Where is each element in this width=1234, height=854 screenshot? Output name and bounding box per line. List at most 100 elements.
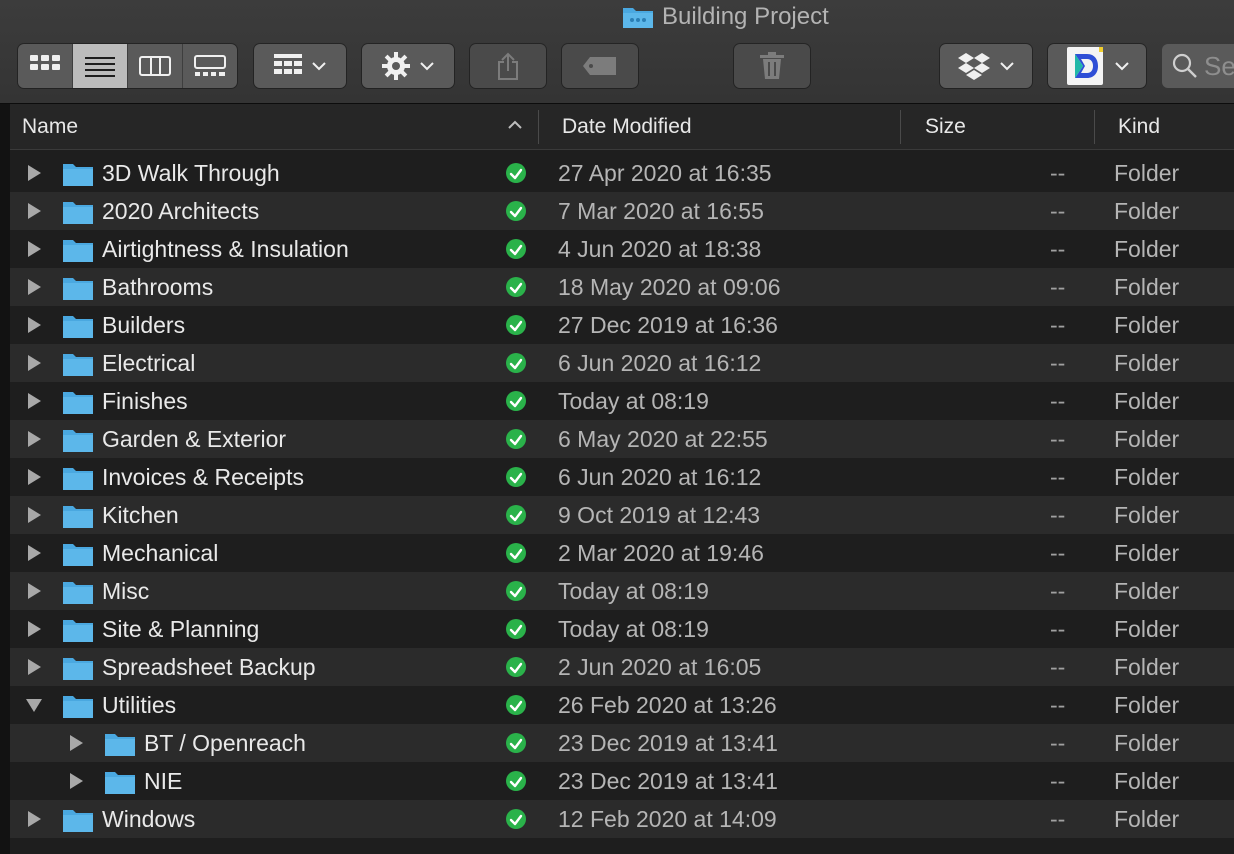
file-kind: Folder — [1114, 426, 1180, 452]
folder-icon — [63, 240, 93, 262]
file-size: -- — [1050, 578, 1066, 604]
dropbox-button[interactable] — [940, 44, 1032, 88]
kind-column-label: Kind — [1118, 114, 1161, 138]
file-size: -- — [1050, 730, 1066, 756]
date-modified: 4 Jun 2020 at 18:38 — [558, 236, 762, 262]
date-modified: 12 Feb 2020 at 14:09 — [558, 806, 777, 832]
file-name: Spreadsheet Backup — [102, 654, 316, 680]
disclosure-closed-icon[interactable] — [26, 165, 42, 181]
disclosure-closed-icon[interactable] — [68, 773, 84, 789]
gallery-view-button[interactable] — [183, 44, 237, 88]
file-row[interactable]: Finishes Today at 08:19 -- Folder — [10, 382, 1234, 420]
disclosure-closed-icon[interactable] — [26, 507, 42, 523]
sort-ascending-icon[interactable] — [508, 118, 522, 132]
file-kind: Folder — [1114, 616, 1180, 642]
column-divider[interactable] — [900, 110, 901, 144]
disclosure-closed-icon[interactable] — [26, 431, 42, 447]
disclosure-closed-icon[interactable] — [26, 621, 42, 637]
date-modified: Today at 08:19 — [558, 616, 709, 642]
file-row[interactable]: 2020 Architects 7 Mar 2020 at 16:55 -- Fold… — [10, 192, 1234, 230]
disclosure-closed-icon[interactable] — [26, 659, 42, 675]
tags-button[interactable] — [562, 44, 638, 88]
share-button[interactable] — [470, 44, 546, 88]
file-size: -- — [1050, 540, 1066, 566]
file-name: Finishes — [102, 388, 188, 414]
disclosure-closed-icon[interactable] — [26, 279, 42, 295]
disclosure-closed-icon[interactable] — [26, 811, 42, 827]
file-kind: Folder — [1114, 160, 1180, 186]
folder-icon — [63, 278, 93, 300]
trash-button[interactable] — [734, 44, 810, 88]
size-column-label: Size — [925, 114, 966, 138]
column-divider[interactable] — [538, 110, 539, 144]
list-view-button[interactable] — [73, 44, 128, 88]
date-modified: 6 May 2020 at 22:55 — [558, 426, 768, 452]
sync-status-icon — [506, 581, 526, 601]
disclosure-closed-icon[interactable] — [68, 735, 84, 751]
icon-view-button[interactable] — [18, 44, 73, 88]
sync-status-icon — [506, 657, 526, 677]
file-row[interactable]: BT / Openreach 23 Dec 2019 at 13:41 -- Fold… — [10, 724, 1234, 762]
disclosure-open-icon[interactable] — [26, 697, 42, 713]
view-mode-control — [18, 44, 237, 88]
sync-status-icon — [506, 239, 526, 259]
date-modified: 2 Mar 2020 at 19:46 — [558, 540, 764, 566]
file-name: Misc — [102, 578, 150, 604]
file-row[interactable]: Electrical 6 Jun 2020 at 16:12 -- Folder — [10, 344, 1234, 382]
file-row[interactable]: Bathrooms 18 May 2020 at 09:06 -- Folder — [10, 268, 1234, 306]
file-row[interactable]: Airtightness & Insulation 4 Jun 2020 at 1… — [10, 230, 1234, 268]
date-modified: 23 Dec 2019 at 13:41 — [558, 768, 778, 794]
search-placeholder: Se — [1204, 50, 1234, 81]
file-name: Builders — [102, 312, 186, 338]
file-row[interactable]: Windows 12 Feb 2020 at 14:09 -- Folder — [10, 800, 1234, 838]
folder-icon — [63, 582, 93, 604]
file-row[interactable]: 3D Walk Through 27 Apr 2020 at 16:35 -- Fol… — [10, 154, 1234, 192]
sidebar-edge — [0, 104, 10, 854]
file-row[interactable]: Garden & Exterior 6 May 2020 at 22:55 -- Fo… — [10, 420, 1234, 458]
column-divider[interactable] — [1094, 110, 1095, 144]
folder-icon — [63, 544, 93, 566]
date-modified: 7 Mar 2020 at 16:55 — [558, 198, 764, 224]
file-size: -- — [1050, 502, 1066, 528]
column-header: Name Date Modified Size Kind — [10, 104, 1234, 150]
sync-status-icon — [506, 277, 526, 297]
date-column-header[interactable]: Date Modified — [562, 104, 692, 149]
kind-column-header[interactable]: Kind — [1118, 104, 1160, 149]
disclosure-closed-icon[interactable] — [26, 355, 42, 371]
file-row[interactable]: Spreadsheet Backup 2 Jun 2020 at 16:05 -- F… — [10, 648, 1234, 686]
file-row[interactable]: Invoices & Receipts 6 Jun 2020 at 16:12 --… — [10, 458, 1234, 496]
file-row[interactable]: Mechanical 2 Mar 2020 at 19:46 -- Folder — [10, 534, 1234, 572]
file-row[interactable]: NIE 23 Dec 2019 at 13:41 -- Folder — [10, 762, 1234, 800]
file-row[interactable]: Builders 27 Dec 2019 at 16:36 -- Folder — [10, 306, 1234, 344]
grid-icon — [30, 55, 60, 70]
disclosure-closed-icon[interactable] — [26, 241, 42, 257]
disclosure-closed-icon[interactable] — [26, 469, 42, 485]
disclosure-closed-icon[interactable] — [26, 317, 42, 333]
file-row[interactable]: Kitchen 9 Oct 2019 at 12:43 -- Folder — [10, 496, 1234, 534]
name-column-label: Name — [22, 114, 79, 138]
column-view-button[interactable] — [128, 44, 183, 88]
file-row[interactable]: Utilities 26 Feb 2020 at 13:26 -- Folder — [10, 686, 1234, 724]
date-modified: 2 Jun 2020 at 16:05 — [558, 654, 762, 680]
disclosure-closed-icon[interactable] — [26, 545, 42, 561]
name-column-header[interactable]: Name — [22, 104, 78, 149]
file-name: Utilities — [102, 692, 177, 718]
file-kind: Folder — [1114, 540, 1180, 566]
disclosure-closed-icon[interactable] — [26, 203, 42, 219]
file-row[interactable]: Site & Planning Today at 08:19 -- Folder — [10, 610, 1234, 648]
action-menu-button[interactable] — [362, 44, 454, 88]
sync-status-icon — [506, 809, 526, 829]
file-row[interactable]: Misc Today at 08:19 -- Folder — [10, 572, 1234, 610]
file-kind: Folder — [1114, 654, 1180, 680]
date-modified: 18 May 2020 at 09:06 — [558, 274, 781, 300]
search-field[interactable]: Se — [1162, 44, 1234, 88]
folder-icon — [63, 316, 93, 338]
sync-status-icon — [506, 163, 526, 183]
app-extension-button[interactable] — [1048, 44, 1146, 88]
file-kind: Folder — [1114, 578, 1180, 604]
disclosure-closed-icon[interactable] — [26, 583, 42, 599]
size-column-header[interactable]: Size — [925, 104, 966, 149]
toolbar: Building Project Se — [0, 0, 1234, 104]
disclosure-closed-icon[interactable] — [26, 393, 42, 409]
group-by-button[interactable] — [254, 44, 346, 88]
